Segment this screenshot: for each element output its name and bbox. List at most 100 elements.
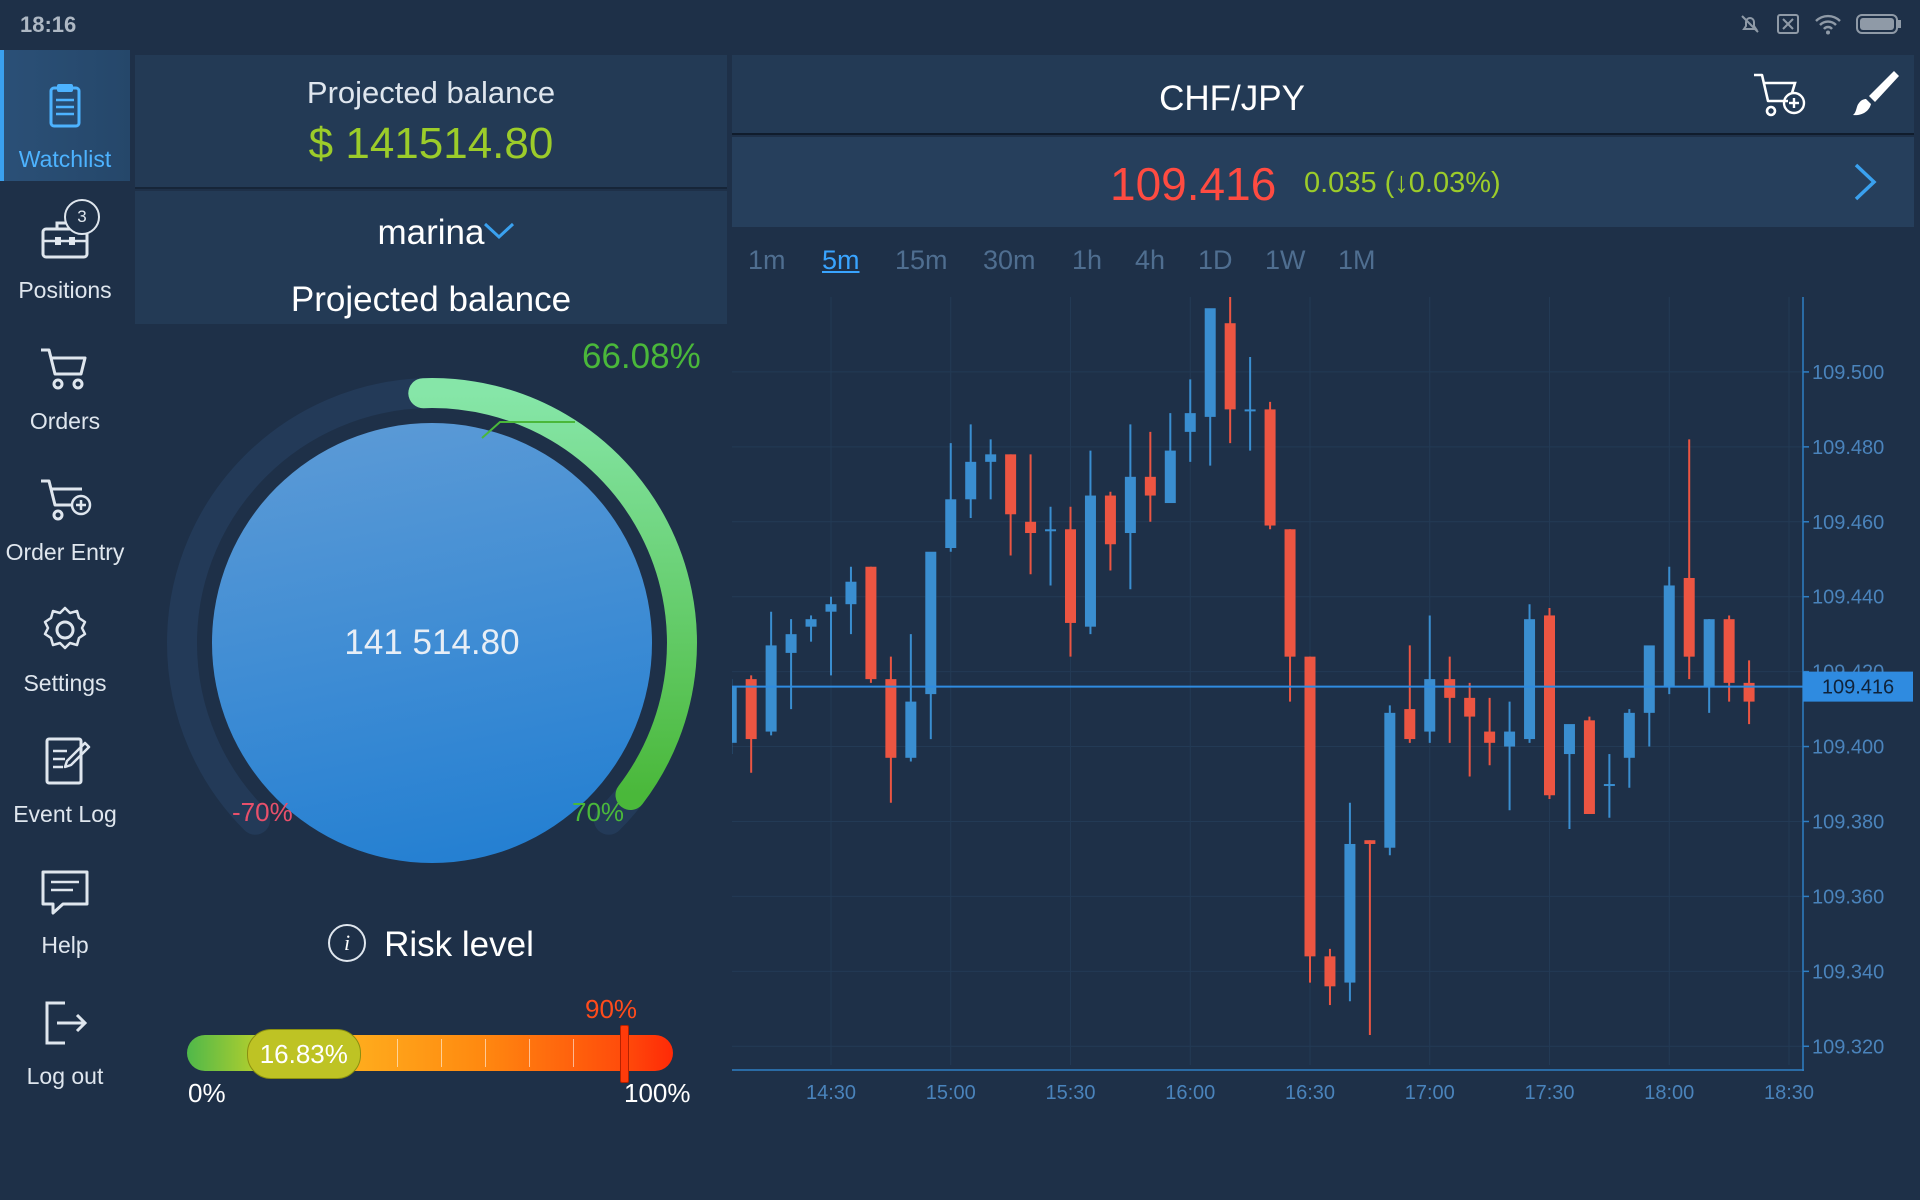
candle-down	[1025, 521, 1037, 534]
nav-label-settings: Settings	[23, 670, 107, 696]
candle-down	[1065, 529, 1076, 623]
projected-balance-label: Projected balance	[306, 75, 556, 110]
nav-item-order-entry[interactable]: Order Entry	[0, 443, 130, 574]
candle-up	[965, 461, 977, 500]
candle-down	[745, 679, 757, 740]
candle-up	[945, 499, 957, 549]
chevron-right-icon[interactable]	[1844, 159, 1888, 205]
candlestick-chart[interactable]: 109.500109.480109.460109.440109.420109.4…	[725, 297, 1914, 1117]
candle-up	[1703, 619, 1715, 687]
mute-icon	[1741, 15, 1759, 33]
candle-up	[1603, 784, 1615, 787]
candle-down	[1364, 840, 1376, 844]
candle-up	[1244, 409, 1256, 412]
candle-down	[1444, 679, 1456, 698]
candle-up	[1663, 585, 1675, 687]
nav-item-logout[interactable]: Log out	[0, 967, 130, 1098]
gauge-max-label: 70%	[572, 797, 625, 827]
candle-up	[1524, 619, 1536, 740]
timeframe-1w[interactable]: 1W	[1265, 245, 1306, 276]
timeframe-1mo[interactable]: 1M	[1338, 245, 1376, 276]
nav-item-settings[interactable]: Settings	[0, 574, 130, 705]
x-tick-label: 18:30	[1764, 1082, 1814, 1104]
nav-label-logout: Log out	[26, 1063, 104, 1089]
candle-down	[1583, 720, 1595, 814]
y-tick-label: 109.400	[1812, 737, 1884, 759]
candle-up	[1623, 712, 1635, 758]
order-entry-button[interactable]	[1750, 65, 1810, 125]
projected-balance-value: $ 141514.80	[308, 119, 554, 168]
timeframe-5m[interactable]: 5m	[822, 245, 860, 276]
candle-up	[845, 581, 857, 605]
risk-level-title: Risk level	[384, 925, 534, 964]
nav-item-event-log[interactable]: Event Log	[0, 705, 130, 836]
timeframe-15m[interactable]: 15m	[895, 245, 948, 276]
candle-up	[925, 551, 937, 695]
x-tick-label: 14:30	[806, 1082, 856, 1104]
timeframe-1d[interactable]: 1D	[1198, 245, 1233, 276]
account-name: marina	[377, 213, 485, 252]
candle-up	[905, 701, 917, 758]
y-tick-label: 109.460	[1812, 512, 1884, 534]
status-time: 18:16	[20, 12, 77, 37]
battery-icon	[1856, 14, 1901, 34]
risk-tick	[397, 1039, 398, 1067]
x-tick-label: 17:30	[1524, 1082, 1574, 1104]
gauge-title: Projected balance	[290, 280, 572, 319]
candle-down	[1404, 709, 1416, 740]
risk-max-label: 100%	[624, 1078, 691, 1108]
current-price-label: 109.416	[1822, 677, 1894, 699]
timeframe-4h[interactable]: 4h	[1135, 245, 1165, 276]
chevron-down-icon	[483, 222, 515, 240]
nav-label-help: Help	[41, 932, 89, 958]
timeframe-1m[interactable]: 1m	[748, 245, 786, 276]
candle-down	[1104, 495, 1116, 545]
candle-up	[1384, 712, 1396, 848]
candle-up	[825, 604, 837, 612]
event-log-icon	[45, 737, 91, 785]
notification-off-icon	[1777, 14, 1799, 34]
draw-tools-button[interactable]	[1844, 65, 1904, 125]
risk-tick	[485, 1039, 486, 1067]
risk-level-bar: 16.83%	[187, 1025, 673, 1083]
risk-threshold-label: 90%	[585, 994, 638, 1024]
x-tick-label: 15:00	[926, 1082, 976, 1104]
symbol-title: CHF/JPY	[1159, 79, 1305, 118]
status-icons	[1738, 12, 1902, 36]
nav-item-help[interactable]: Help	[0, 836, 130, 967]
status-bar: 18:16	[0, 0, 1920, 50]
risk-tick	[573, 1039, 574, 1067]
nav-item-positions[interactable]: 3 Positions	[0, 181, 130, 312]
candle-down	[1723, 619, 1735, 683]
y-tick-label: 109.500	[1812, 362, 1884, 384]
candle-down	[1284, 529, 1296, 657]
price-chart[interactable]: 109.500109.480109.460109.440109.420109.4…	[725, 297, 1914, 1117]
cart-icon	[41, 348, 87, 390]
clipboard-icon	[49, 84, 81, 128]
nav-label-watchlist: Watchlist	[18, 146, 112, 172]
timeframe-1h[interactable]: 1h	[1072, 245, 1102, 276]
candle-up	[1164, 450, 1176, 504]
positions-count-badge: 3	[64, 199, 100, 235]
y-tick-label: 109.340	[1812, 961, 1884, 983]
candle-up	[985, 454, 997, 462]
account-header: Projected balance $ 141514.80	[135, 55, 727, 189]
side-nav: Watchlist 3 Positions Orders Order Entry…	[0, 50, 130, 1103]
info-icon[interactable]: i	[328, 923, 367, 962]
timeframe-30m[interactable]: 30m	[983, 245, 1036, 276]
risk-value-thumb: 16.83%	[246, 1029, 361, 1079]
cart-add-icon	[41, 479, 92, 521]
nav-item-watchlist[interactable]: Watchlist	[0, 50, 130, 181]
gauge-min-label: -70%	[232, 797, 293, 827]
nav-item-orders[interactable]: Orders	[0, 312, 130, 443]
candle-down	[1144, 476, 1156, 496]
candle-up	[1643, 645, 1655, 713]
timeframe-selector: 1m 5m 15m 30m 1h 4h 1D 1W 1M	[732, 245, 1914, 295]
candle-down	[885, 679, 897, 758]
logout-icon	[45, 1001, 88, 1045]
candle-up	[1204, 308, 1216, 417]
nav-label-event-log: Event Log	[13, 801, 117, 827]
candle-up	[1084, 495, 1096, 627]
y-tick-label: 109.440	[1812, 587, 1884, 609]
candle-up	[1124, 476, 1136, 534]
